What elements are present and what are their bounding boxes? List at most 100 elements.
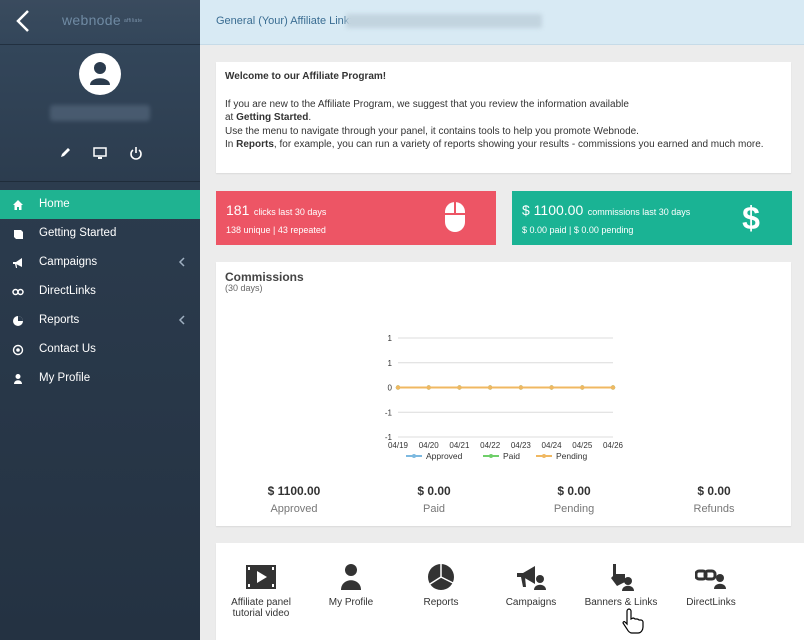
affiliate-link-bar: General (Your) Affiliate Link: — [200, 0, 804, 45]
sidebar-item-label: Home — [39, 198, 70, 210]
sidebar-item-contact-us[interactable]: Contact Us — [0, 335, 200, 364]
x-tick-label: 04/22 — [480, 441, 501, 450]
affiliate-link-value[interactable] — [346, 14, 542, 28]
shortcut-label: Reports — [423, 597, 459, 608]
welcome-line-4: In Reports, for example, you can run a v… — [225, 139, 764, 150]
shortcut-my-profile[interactable]: My Profile — [306, 561, 396, 608]
book-icon — [14, 230, 23, 239]
shortcut-campaigns[interactable]: Campaigns — [486, 561, 576, 608]
shortcut-label: Affiliate panel tutorial video — [231, 597, 291, 619]
x-tick-label: 04/25 — [572, 441, 593, 450]
profile-icon — [341, 564, 361, 590]
data-point — [580, 385, 585, 390]
total-refunds: $ 0.00 Refunds — [693, 484, 735, 515]
data-point — [549, 385, 554, 390]
x-tick-label: 04/20 — [419, 441, 440, 450]
monitor-icon[interactable] — [93, 146, 107, 160]
sidebar-item-label: Contact Us — [39, 343, 96, 355]
x-tick-label: 04/26 — [603, 441, 624, 450]
chevron-left-icon — [178, 315, 185, 325]
shortcut-label: My Profile — [328, 597, 374, 608]
pie-chart-icon — [428, 564, 454, 590]
sidebar-menu: Home Getting Started Campaigns DirectLin… — [0, 190, 200, 393]
sidebar-item-home[interactable]: Home — [0, 190, 200, 219]
data-point — [426, 385, 431, 390]
legend-marker — [542, 454, 546, 458]
sidebar-item-my-profile[interactable]: My Profile — [0, 364, 200, 393]
hand-cursor-icon — [622, 608, 644, 634]
sidebar-item-directlinks[interactable]: DirectLinks — [0, 277, 200, 306]
clicks-stat-box[interactable]: 181 clicks last 30 days 138 unique | 43 … — [216, 191, 496, 245]
reports-link[interactable]: Reports — [236, 139, 274, 150]
sidebar-item-getting-started[interactable]: Getting Started — [0, 219, 200, 248]
welcome-line-3: Use the menu to navigate through your pa… — [225, 125, 639, 137]
shortcut-directlinks[interactable]: DirectLinks — [666, 561, 756, 608]
at-icon — [12, 344, 24, 356]
video-icon — [246, 565, 276, 589]
data-point — [487, 385, 493, 390]
sidebar-item-label: DirectLinks — [39, 285, 96, 297]
campaigns-icon — [517, 566, 546, 590]
shortcut-label: DirectLinks — [686, 597, 736, 608]
data-point — [395, 385, 401, 390]
mouse-icon — [445, 202, 465, 232]
commissions-label: commissions last 30 days — [587, 207, 691, 217]
shortcut-banners-links[interactable]: Banners & Links — [576, 561, 666, 608]
pie-chart-icon — [13, 316, 23, 326]
sidebar-item-campaigns[interactable]: Campaigns — [0, 248, 200, 277]
power-icon[interactable] — [129, 146, 143, 160]
x-tick-label: 04/24 — [542, 441, 563, 450]
logo: webnode affiliate — [62, 12, 143, 28]
clicks-label: clicks last 30 days — [253, 207, 327, 217]
pencil-icon[interactable] — [58, 146, 72, 160]
commissions-subtitle: (30 days) — [225, 283, 263, 293]
y-tick-label: 1 — [388, 359, 393, 368]
user-icon — [14, 374, 22, 384]
directlinks-icon — [695, 569, 726, 589]
shortcut-label: Campaigns — [505, 597, 557, 608]
sidebar-item-label: My Profile — [39, 372, 91, 384]
commissions-stat-box[interactable]: $ 1100.00 commissions last 30 days $ 0.0… — [512, 191, 792, 245]
data-point — [518, 385, 524, 390]
home-icon — [13, 200, 23, 210]
commissions-amount: $ 1100.00 — [522, 202, 584, 218]
commissions-title: Commissions — [225, 270, 304, 284]
legend-marker — [412, 454, 416, 458]
link-icon — [12, 288, 24, 296]
welcome-title: Welcome to our Affiliate Program! — [225, 71, 387, 82]
y-tick-label: -1 — [385, 408, 393, 417]
shortcut-label: Banners & Links — [584, 597, 658, 608]
clicks-count: 181 — [226, 202, 250, 218]
dollar-icon: $ — [742, 201, 760, 235]
sidebar-item-label: Campaigns — [39, 256, 98, 268]
username-blurred — [50, 105, 150, 121]
y-tick-label: 1 — [388, 334, 393, 343]
welcome-card: Welcome to our Affiliate Program! If you… — [216, 62, 791, 173]
svg-text:$: $ — [742, 201, 760, 235]
sidebar-divider — [0, 181, 200, 182]
back-arrow-icon[interactable] — [14, 8, 34, 34]
welcome-line-2: at Getting Started. — [225, 112, 312, 123]
legend-label: Pending — [556, 451, 587, 461]
x-tick-label: 04/23 — [511, 441, 532, 450]
chevron-left-icon — [178, 257, 185, 267]
x-tick-label: 04/21 — [449, 441, 470, 450]
total-paid: $ 0.00 Paid — [417, 484, 451, 515]
commissions-card: Commissions (30 days) 1 1 0 -1 -1 04/19 04/20 0… — [216, 262, 791, 526]
x-tick-label: 04/19 — [388, 441, 409, 450]
banners-icon — [611, 564, 634, 591]
avatar — [79, 53, 121, 95]
sidebar-item-label: Getting Started — [39, 227, 117, 239]
getting-started-link[interactable]: Getting Started — [236, 112, 308, 123]
shortcut-reports[interactable]: Reports — [396, 561, 486, 608]
y-tick-label: 0 — [388, 384, 393, 393]
total-approved: $ 1100.00 Approved — [267, 484, 321, 515]
shortcut-tutorial-video[interactable]: Affiliate panel tutorial video — [216, 561, 306, 619]
sidebar-item-reports[interactable]: Reports — [0, 306, 200, 335]
sidebar: webnode affiliate Home Getting Started C… — [0, 0, 200, 640]
commissions-line-chart: 110-1-104/19 04/20 04/21 04/22 04/23 04/24 04/… — [385, 334, 624, 461]
legend-marker — [489, 454, 493, 458]
shortcuts-panel: Affiliate panel tutorial video My Profil… — [216, 543, 804, 640]
legend-label: Approved — [426, 451, 463, 461]
data-point — [610, 385, 616, 390]
